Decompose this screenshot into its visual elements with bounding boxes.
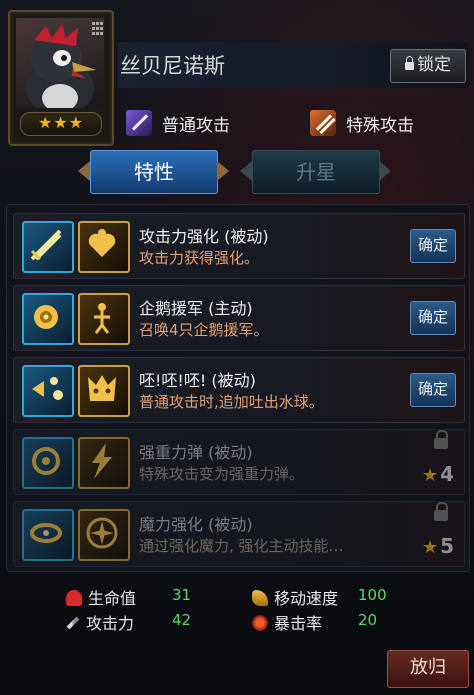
stat-attack: 攻击力 42 [66,610,191,634]
skill-name: 攻击力强化 (被动) [139,227,269,246]
attack-value: 42 [172,611,192,629]
lock-icon [405,56,414,70]
normal-attack-icon [126,110,152,136]
character-portrait[interactable]: ★★★ [8,10,114,146]
skill-list: 攻击力强化 (被动) 攻击力获得强化。 确定 企鹅援军 (主动) 召唤4只企鹅援… [6,204,470,572]
skill-row[interactable]: 攻击力强化 (被动) 攻击力获得强化。 确定 [13,213,465,279]
magic-ring-icon [22,509,74,561]
special-attack-label: 特殊攻击 [346,115,414,136]
tab-traits[interactable]: 特性 [90,150,218,194]
stat-speed: 移动速度 100 [252,585,387,609]
sword-icon [66,616,80,630]
required-stars-value: 5 [440,534,454,558]
confirm-button[interactable]: 确定 [410,301,456,335]
spit-water-icon [22,365,74,417]
skill-name: 魔力强化 (被动) [139,515,253,534]
lightning-icon [78,437,130,489]
beast-face-icon [78,365,130,417]
crit-label: 暴击率 [274,614,323,633]
crit-icon [252,615,268,631]
skill-desc: 通过强化魔力, 强化主动技能… [139,537,344,555]
skill-row[interactable]: 企鹅援军 (主动) 召唤4只企鹅援军。 确定 [13,285,465,351]
skill-desc: 攻击力获得强化。 [139,249,260,267]
gravity-orb-icon [22,437,74,489]
skill-row[interactable]: 呸!呸!呸! (被动) 普通攻击时,追加吐出水球。 确定 [13,357,465,423]
stat-hp: 生命值 31 [66,585,191,609]
skill-row-locked[interactable]: 魔力强化 (被动) 通过强化魔力, 强化主动技能… ★ 5 [13,501,465,567]
star-rating: ★★★ [20,112,102,136]
skill-row-locked[interactable]: 强重力弹 (被动) 特殊攻击变为强重力弹。 ★ 4 [13,429,465,495]
skill-name: 企鹅援军 (主动) [139,299,253,318]
tab-arrow-left-icon [78,161,90,181]
crit-value: 20 [358,611,378,629]
summon-rose-icon [22,293,74,345]
hp-label: 生命值 [88,589,137,608]
special-attack-icon [310,110,336,136]
star-icon: ★ [421,537,439,558]
skill-name: 呸!呸!呸! (被动) [139,371,256,390]
tab-star-up[interactable]: 升星 [252,150,380,194]
attack-boost-icon [22,221,74,273]
lock-button[interactable]: 锁定 [390,49,466,83]
stat-crit: 暴击率 20 [252,610,377,634]
passive-heart-icon [78,221,130,273]
confirm-button[interactable]: 确定 [410,373,456,407]
grid-icon[interactable] [92,22,104,36]
speed-value: 100 [358,586,387,604]
heart-icon [66,590,82,606]
tab-arrow-left-icon [240,161,252,181]
skill-desc: 普通攻击时,追加吐出水球。 [139,393,324,411]
active-figure-icon [78,293,130,345]
normal-attack-label: 普通攻击 [162,115,230,136]
required-stars: ★ 5 [422,534,454,558]
padlock-icon [434,502,448,521]
penguin-avatar [16,18,104,108]
skill-name: 强重力弹 (被动) [139,443,253,462]
required-stars-value: 4 [440,462,454,486]
skill-desc: 特殊攻击变为强重力弹。 [139,465,305,483]
tab-arrow-right-icon [379,161,391,181]
wing-icon [252,590,268,606]
dismiss-button[interactable]: 放归 [387,650,469,688]
normal-attack[interactable]: 普通攻击 [126,108,230,138]
tab-arrow-right-icon [217,161,229,181]
hp-value: 31 [172,586,192,604]
character-name: 丝贝尼诺斯 [120,54,225,78]
speed-label: 移动速度 [274,589,339,608]
required-stars: ★ 4 [422,462,454,486]
skill-desc: 召唤4只企鹅援军。 [139,321,269,339]
confirm-button[interactable]: 确定 [410,229,456,263]
lock-label: 锁定 [417,55,451,75]
compass-icon [78,509,130,561]
special-attack[interactable]: 特殊攻击 [310,108,414,138]
padlock-icon [434,430,448,449]
star-icon: ★ [421,465,439,486]
attack-label: 攻击力 [86,614,135,633]
